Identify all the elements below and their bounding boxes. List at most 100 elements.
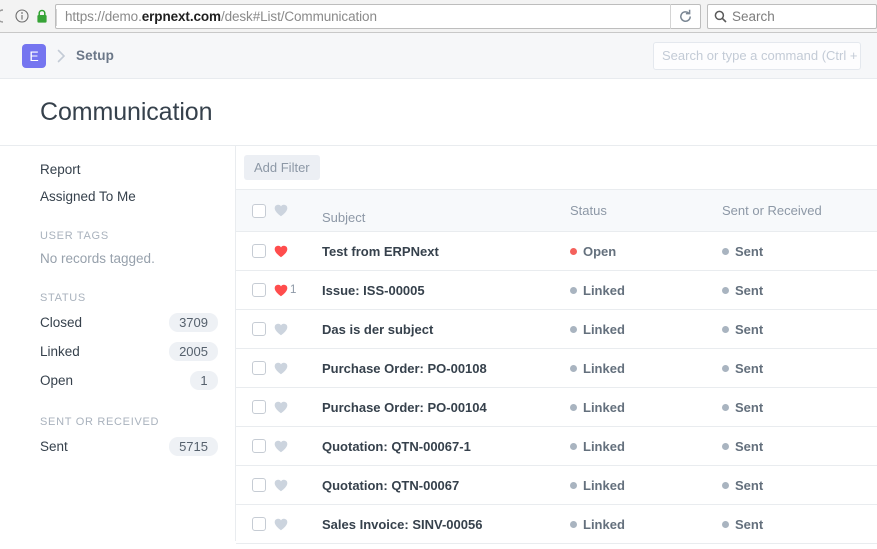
list-main: Add Filter Subject Status Sent or Receiv… xyxy=(236,146,877,544)
select-all-checkbox[interactable] xyxy=(252,203,266,218)
sent-or-received-label: Sent xyxy=(735,438,764,454)
browser-search-placeholder: Search xyxy=(732,8,775,24)
table-row[interactable]: Quotation: QTN-00067 Linked Sent xyxy=(236,466,877,505)
row-checkbox[interactable] xyxy=(252,517,266,531)
add-filter-button[interactable]: Add Filter xyxy=(244,155,320,180)
sidebar-stat-label: Sent xyxy=(40,439,68,454)
column-header-status[interactable]: Status xyxy=(570,202,722,220)
table-row[interactable]: 1 Issue: ISS-00005 Linked Sent xyxy=(236,271,877,310)
status-label: Linked xyxy=(583,321,625,337)
row-subject[interactable]: Purchase Order: PO-00108 xyxy=(308,361,570,376)
sidebar-item-report[interactable]: Report xyxy=(40,162,235,177)
row-checkbox[interactable] xyxy=(252,478,266,492)
row-like-cell[interactable] xyxy=(274,479,308,492)
sidebar-section-user-tags: USER TAGS xyxy=(40,230,109,242)
sidebar-stat-open[interactable]: Open 1 xyxy=(40,371,218,390)
row-like-cell[interactable] xyxy=(274,518,308,531)
status-dot xyxy=(570,286,577,294)
browser-search-box[interactable]: Search xyxy=(707,3,877,29)
table-row[interactable]: Purchase Order: PO-00108 Linked Sent xyxy=(236,349,877,388)
table-row[interactable]: Quotation: QTN-00067-1 Linked Sent xyxy=(236,427,877,466)
sent-or-received-dot xyxy=(722,286,729,294)
page-body: Report Assigned To Me USER TAGS No recor… xyxy=(0,145,877,544)
sidebar-stat-linked[interactable]: Linked 2005 xyxy=(40,342,218,361)
sidebar-stat-sent[interactable]: Sent 5715 xyxy=(40,437,218,456)
row-subject[interactable]: Quotation: QTN-00067 xyxy=(308,478,570,493)
row-checkbox[interactable] xyxy=(252,244,266,258)
column-header-label: Sent or Received xyxy=(722,202,822,218)
row-subject[interactable]: Issue: ISS-00005 xyxy=(308,283,570,298)
row-sent-or-received: Sent xyxy=(722,322,877,337)
sent-or-received-dot xyxy=(722,481,729,489)
status-dot xyxy=(570,247,577,255)
sidebar-section-status: STATUS xyxy=(40,292,86,304)
row-like-cell[interactable] xyxy=(274,323,308,336)
column-header-sent-or-received[interactable]: Sent or Received xyxy=(722,202,877,220)
status-label: Linked xyxy=(583,282,625,298)
row-checkbox[interactable] xyxy=(252,439,266,453)
breadcrumb-setup[interactable]: Setup xyxy=(76,48,114,63)
row-subject[interactable]: Das is der subject xyxy=(308,322,570,337)
sent-or-received-dot xyxy=(722,442,729,450)
erpnext-logo[interactable]: E xyxy=(22,43,46,68)
sent-or-received-dot xyxy=(722,403,729,411)
sidebar-stat-label: Open xyxy=(40,373,74,388)
row-subject[interactable]: Purchase Order: PO-00104 xyxy=(308,400,570,415)
row-like-cell[interactable] xyxy=(274,362,308,375)
row-subject[interactable]: Test from ERPNext xyxy=(308,244,570,259)
page-header: Communication xyxy=(0,79,877,145)
status-dot xyxy=(570,364,577,372)
sidebar-stat-count: 1 xyxy=(190,371,218,390)
table-row[interactable]: Purchase Order: PO-00104 Linked Sent xyxy=(236,388,877,427)
row-checkbox[interactable] xyxy=(252,322,266,336)
row-sent-or-received: Sent xyxy=(722,439,877,454)
heart-icon xyxy=(274,440,288,452)
row-checkbox[interactable] xyxy=(252,400,266,414)
row-like-cell[interactable]: 1 xyxy=(274,284,308,297)
status-label: Linked xyxy=(583,516,625,532)
browser-back-icon[interactable] xyxy=(0,0,8,33)
like-header-cell xyxy=(274,204,308,217)
table-row[interactable]: Test from ERPNext Open Sent xyxy=(236,232,877,271)
url-bar[interactable]: https://demo.erpnext.com/desk#List/Commu… xyxy=(55,3,701,29)
awesomebar[interactable]: Search or type a command (Ctrl + G) xyxy=(653,41,861,70)
sent-or-received-label: Sent xyxy=(735,282,764,298)
row-status: Linked xyxy=(570,439,722,454)
row-checkbox[interactable] xyxy=(252,283,266,297)
row-checkbox[interactable] xyxy=(252,361,266,375)
row-like-cell[interactable] xyxy=(274,401,308,414)
url-domain: erpnext.com xyxy=(141,8,221,24)
site-information-icon[interactable] xyxy=(12,6,32,26)
list-header-row: Subject Status Sent or Received xyxy=(236,190,877,232)
status-label: Linked xyxy=(583,438,625,454)
sidebar-stat-label: Linked xyxy=(40,344,80,359)
sent-or-received-label: Sent xyxy=(735,399,764,415)
url-text: https://demo.erpnext.com/desk#List/Commu… xyxy=(56,9,377,24)
filter-area: Add Filter xyxy=(236,146,877,190)
search-icon xyxy=(708,10,732,23)
padlock-icon[interactable] xyxy=(33,6,51,26)
sidebar-stat-closed[interactable]: Closed 3709 xyxy=(40,313,218,332)
status-dot xyxy=(570,403,577,411)
column-header-subject[interactable]: Subject xyxy=(308,209,570,227)
row-subject[interactable]: Sales Invoice: SINV-00056 xyxy=(308,517,570,532)
sent-or-received-dot xyxy=(722,520,729,528)
row-select-cell xyxy=(236,478,274,492)
sidebar-item-assigned-to-me[interactable]: Assigned To Me xyxy=(40,189,235,204)
row-status: Linked xyxy=(570,361,722,376)
row-select-cell xyxy=(236,439,274,453)
row-subject[interactable]: Quotation: QTN-00067-1 xyxy=(308,439,570,454)
sidebar-stat-count: 5715 xyxy=(169,437,218,456)
reload-button[interactable] xyxy=(670,3,700,29)
row-select-cell xyxy=(236,361,274,375)
table-row[interactable]: Sales Invoice: SINV-00056 Linked Sent xyxy=(236,505,877,544)
row-status: Linked xyxy=(570,478,722,493)
url-prefix: https://demo. xyxy=(65,8,142,24)
row-like-cell[interactable] xyxy=(274,440,308,453)
column-header-label: Subject xyxy=(322,209,366,225)
awesomebar-placeholder: Search or type a command (Ctrl + G) xyxy=(662,48,861,63)
heart-icon xyxy=(274,204,288,217)
table-row[interactable]: Das is der subject Linked Sent xyxy=(236,310,877,349)
sent-or-received-label: Sent xyxy=(735,243,764,259)
row-like-cell[interactable] xyxy=(274,245,308,258)
